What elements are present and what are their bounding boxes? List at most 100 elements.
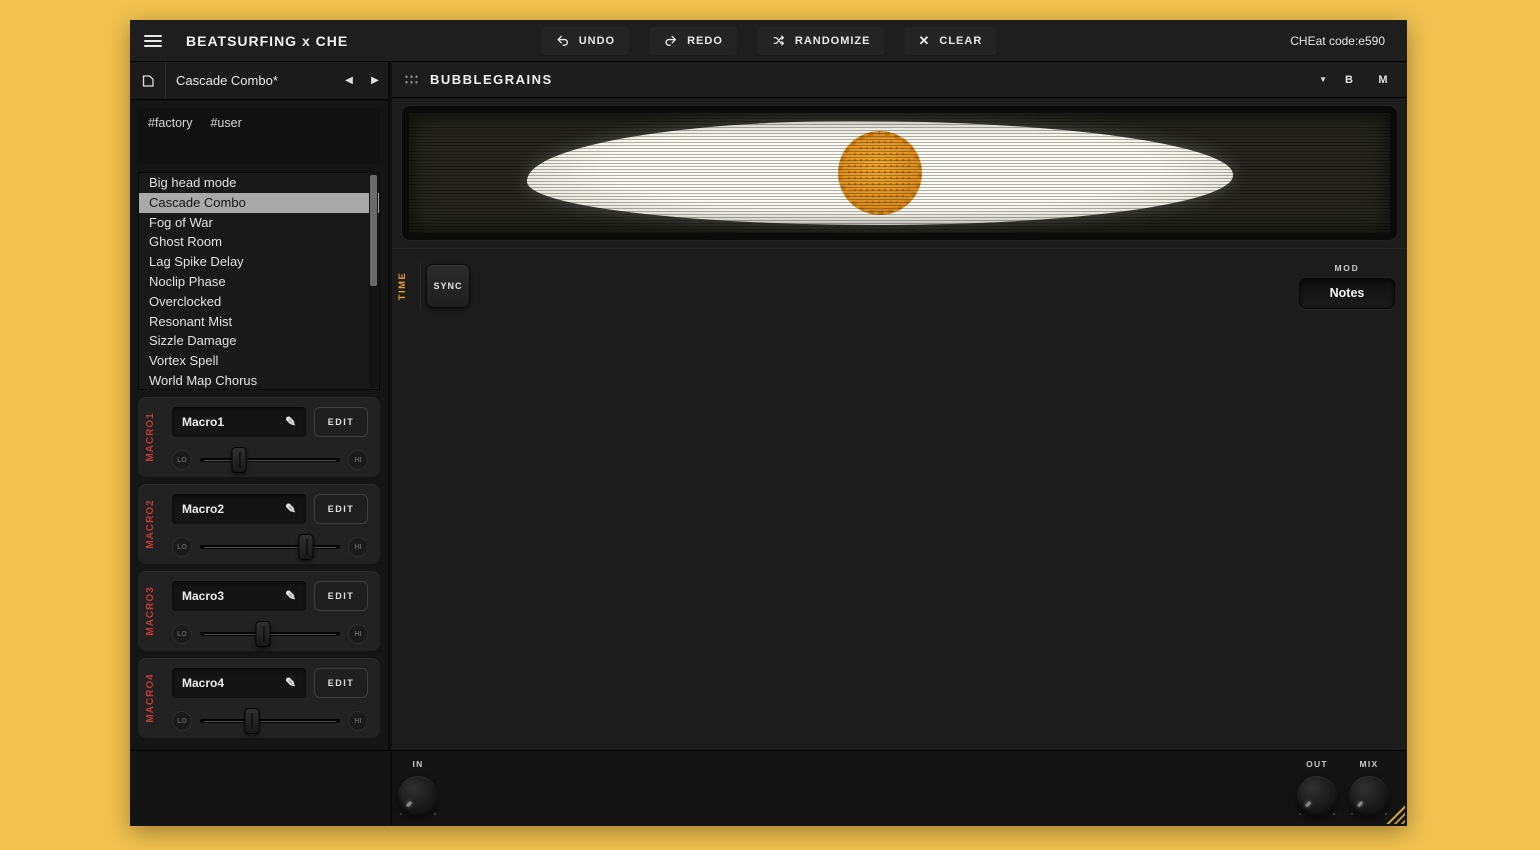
scrollbar-thumb[interactable] [370, 175, 377, 286]
randomize-label: RANDOMIZE [795, 35, 871, 47]
scrollbar[interactable] [369, 174, 378, 388]
undo-button[interactable]: UNDO [541, 27, 629, 55]
lo-label: LO [172, 450, 192, 470]
macro-slider-thumb[interactable] [256, 621, 271, 647]
pencil-icon[interactable]: ✎ [285, 501, 296, 517]
prev-preset-button[interactable]: ◀ [336, 75, 362, 86]
module-title: BUBBLEGRAINS [430, 72, 553, 87]
lo-label: LO [172, 711, 192, 731]
hi-label: HI [348, 711, 368, 731]
lo-label: LO [172, 624, 192, 644]
preset-item[interactable]: Vortex Spell [139, 351, 379, 371]
mute-button[interactable]: M [1371, 74, 1395, 86]
pencil-icon[interactable]: ✎ [285, 588, 296, 604]
redo-button[interactable]: REDO [649, 27, 737, 55]
preset-item[interactable]: Ghost Room [139, 232, 379, 252]
macro-name-text: Macro3 [182, 589, 224, 603]
macro-edit-button[interactable]: EDIT [314, 494, 368, 524]
macro-edit-button[interactable]: EDIT [314, 668, 368, 698]
bottombar-divider [390, 751, 392, 826]
preset-item[interactable]: Sizzle Damage [139, 331, 379, 351]
dropdown-value: Notes [1330, 287, 1365, 300]
knob-indicator [390, 768, 447, 825]
modules-row: BUBBLEGRAINS ▼ BM TIME SYNC MOD Notes [392, 62, 1407, 750]
macro-panel-4: MACRO4 Macro4 ✎ EDIT LO HI [138, 658, 380, 738]
preset-item[interactable]: Noclip Phase [139, 272, 379, 292]
macro-name-field[interactable]: Macro1 ✎ [172, 407, 306, 437]
hi-label: HI [348, 537, 368, 557]
macro-slider-track[interactable] [200, 545, 340, 549]
screen-visual-egg [402, 106, 1397, 240]
file-icon [140, 73, 156, 89]
master-out-cell: OUT [1294, 759, 1340, 816]
app-title: BEATSURFING x CHE [186, 33, 348, 49]
macro-slider-track[interactable] [200, 719, 340, 723]
tag-user[interactable]: #user [210, 116, 241, 130]
clear-icon: ✕ [918, 33, 930, 49]
preset-list: Big head modeCascade ComboFog of WarGhos… [138, 172, 380, 390]
dropdown-label: MOD [1335, 263, 1360, 273]
macro-slider-thumb[interactable] [244, 708, 259, 734]
cheat-code: CHEat code:e590 [1290, 34, 1385, 48]
preset-item[interactable]: Overclocked [139, 292, 379, 312]
pencil-icon[interactable]: ✎ [285, 675, 296, 691]
module-screen [392, 98, 1407, 248]
lo-label: LO [172, 537, 192, 557]
preset-item[interactable]: Big head mode [139, 173, 379, 193]
macro-panel-2: MACRO2Macro2✎EDITLOHI [138, 484, 380, 564]
macro-edit-button[interactable]: EDIT [314, 407, 368, 437]
next-preset-button[interactable]: ▶ [362, 75, 388, 86]
clear-button[interactable]: ✕ CLEAR [904, 27, 996, 55]
drag-handle-icon[interactable] [404, 74, 420, 86]
sync-button[interactable]: SYNC [426, 264, 470, 308]
preset-item[interactable]: World Map Chorus [139, 371, 379, 390]
bypass-button[interactable]: B [1337, 74, 1361, 86]
preset-item[interactable]: Cascade Combo [139, 193, 379, 213]
macro-name-text: Macro2 [182, 502, 224, 516]
macro-slider-thumb[interactable] [232, 447, 247, 473]
pencil-icon[interactable]: ✎ [285, 414, 296, 430]
randomize-button[interactable]: RANDOMIZE [757, 27, 885, 55]
knob-indicator [1289, 768, 1346, 825]
macro-slider-track[interactable] [200, 632, 340, 636]
master-in-knob[interactable] [398, 776, 438, 816]
macro-name-field[interactable]: Macro2 ✎ [172, 494, 306, 524]
preset-name[interactable]: Cascade Combo* [166, 73, 336, 88]
time-section: TIME SYNC MOD Notes [392, 248, 1407, 322]
redo-label: REDO [687, 35, 723, 47]
preset-item[interactable]: Lag Spike Delay [139, 252, 379, 272]
file-menu-button[interactable] [130, 62, 166, 99]
module-bubblegrains: BUBBLEGRAINS ▼ BM TIME SYNC MOD Notes [392, 62, 1407, 750]
macro-name-text: Macro1 [182, 415, 224, 429]
macro-name-field[interactable]: Macro3 ✎ [172, 581, 306, 611]
preset-header: Cascade Combo* ◀ ▶ [130, 62, 388, 100]
macro-edit-button[interactable]: EDIT [314, 581, 368, 611]
redo-icon [663, 33, 678, 48]
hi-label: HI [348, 450, 368, 470]
undo-label: UNDO [579, 35, 615, 47]
mode-dropdown-group: MOD Notes [1299, 263, 1395, 309]
mode-dropdown[interactable]: Notes [1299, 278, 1395, 309]
macro-slider-thumb[interactable] [299, 534, 314, 560]
preset-item[interactable]: Resonant Mist [139, 312, 379, 332]
module-header: BUBBLEGRAINS ▼ BM [392, 62, 1407, 98]
tag-factory[interactable]: #factory [148, 116, 192, 130]
master-out-knob[interactable] [1297, 776, 1337, 816]
macro-name-field[interactable]: Macro4 ✎ [172, 668, 306, 698]
master-mix-cell: MIX [1346, 759, 1392, 816]
macro-slider-track[interactable] [200, 458, 340, 462]
macro-panel-3: MACRO3Macro3✎EDITLOHI [138, 571, 380, 651]
egg-white-shape [527, 121, 1233, 224]
preset-sidebar: Cascade Combo* ◀ ▶ #factory #user Big he… [130, 62, 390, 750]
macro-section-label: MACRO4 [145, 673, 156, 722]
tag-filter-box: #factory #user [138, 108, 380, 164]
macro-name-text: Macro4 [182, 676, 224, 690]
module-dropdown-icon[interactable]: ▼ [1319, 75, 1327, 84]
master-mix-knob[interactable] [1349, 776, 1389, 816]
menu-icon[interactable] [144, 35, 162, 47]
section-label-time: TIME [397, 271, 408, 300]
preset-item[interactable]: Fog of War [139, 213, 379, 233]
plugin-window: BEATSURFING x CHE UNDO REDO RANDOMIZE ✕ … [130, 20, 1407, 826]
undo-icon [555, 33, 570, 48]
macro-section-label: MACRO3 [145, 586, 156, 635]
